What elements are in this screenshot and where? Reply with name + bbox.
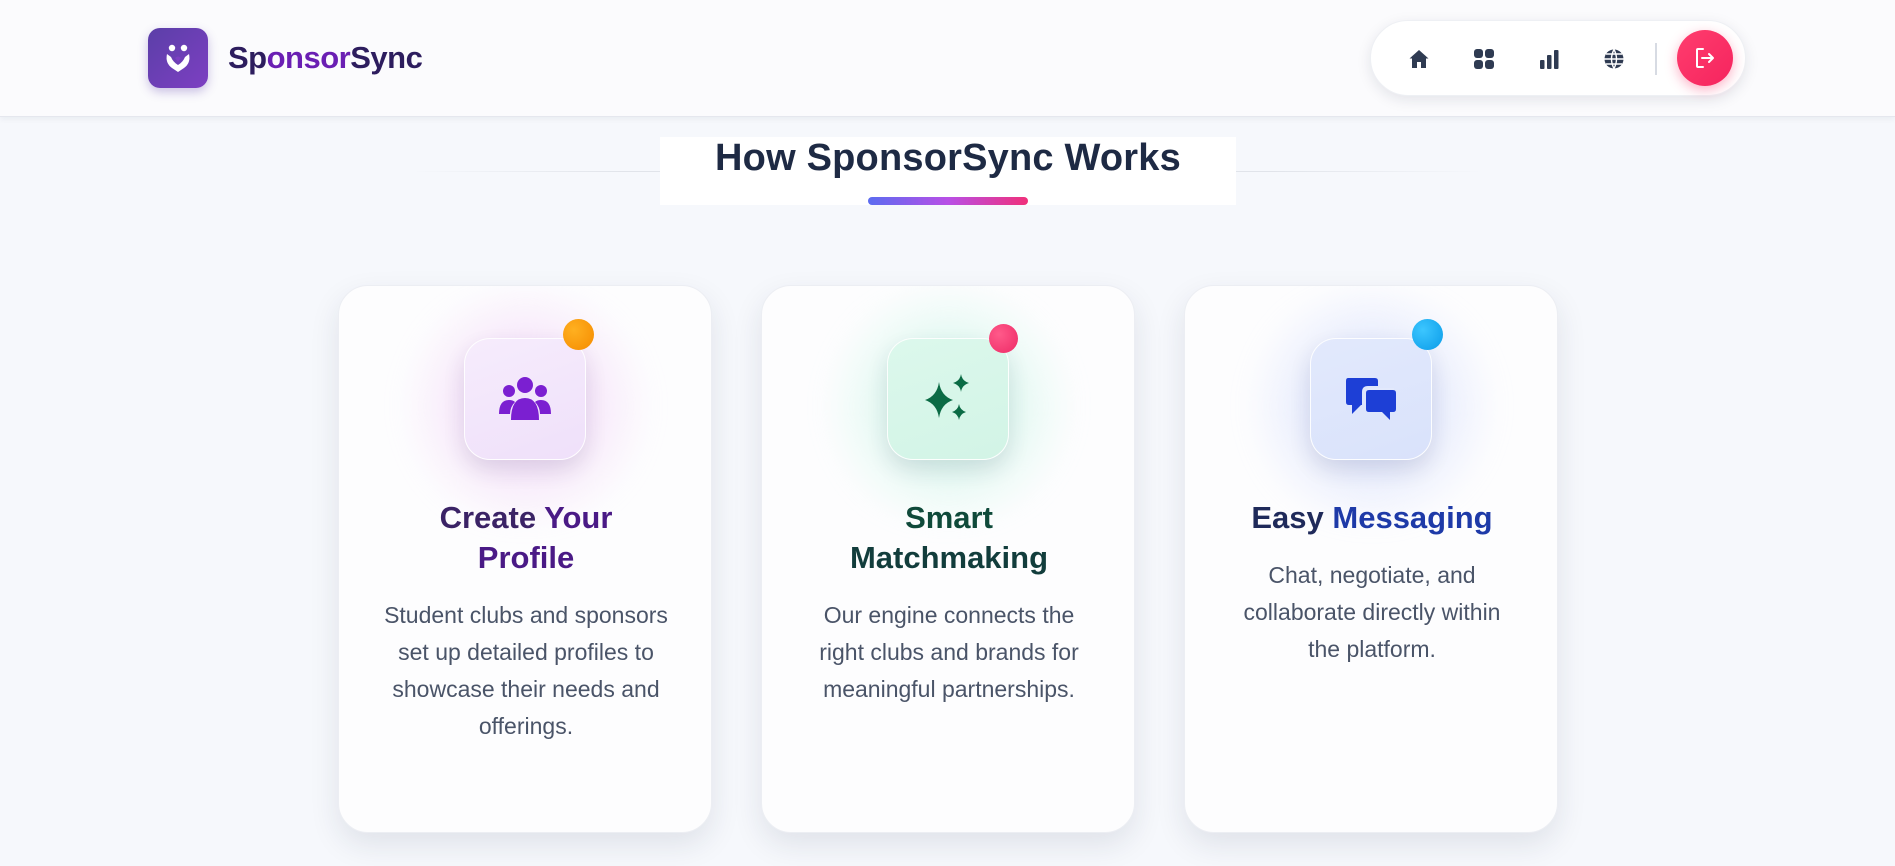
status-dot <box>1412 319 1443 350</box>
brand-logo[interactable] <box>148 28 208 88</box>
feature-card-smart-matchmaking[interactable]: Smart Matchmaking Our engine connects th… <box>761 285 1135 833</box>
feature-icon-tile <box>887 338 1009 460</box>
dashboard-grid-icon <box>1474 49 1494 69</box>
card-title-part: Your <box>544 500 613 535</box>
nav-dashboard-button[interactable] <box>1466 41 1502 77</box>
bar-chart-icon <box>1540 50 1559 69</box>
brand-name-part: onsor <box>266 40 351 75</box>
card-title: Easy Messaging <box>1215 498 1529 538</box>
card-description: Our engine connects the right clubs and … <box>819 602 1079 702</box>
nav-bar <box>1370 20 1746 96</box>
card-title-part: Easy <box>1251 500 1333 535</box>
status-dot <box>563 319 594 350</box>
nav-divider <box>1655 43 1657 75</box>
home-icon <box>1409 50 1429 68</box>
feature-icon-tile <box>1310 338 1432 460</box>
feature-card-create-profile[interactable]: Create Your Profile Student clubs and sp… <box>338 285 712 833</box>
logout-button[interactable] <box>1677 30 1733 86</box>
feature-icon-tile <box>464 338 586 460</box>
card-title-part: Messaging <box>1332 500 1493 535</box>
card-title: Create Your Profile <box>369 498 683 578</box>
users-group-icon <box>499 377 551 420</box>
feature-card-easy-messaging[interactable]: Easy Messaging Chat, negotiate, and coll… <box>1184 285 1558 833</box>
brand-name[interactable]: SponsorSync <box>228 40 423 76</box>
card-title-part: Matchmaking <box>849 540 1049 575</box>
card-title-part: Create <box>439 500 545 535</box>
card-description: Chat, negotiate, and collaborate directl… <box>1243 562 1501 662</box>
logout-icon <box>1696 48 1714 68</box>
nav-explore-button[interactable] <box>1596 41 1632 77</box>
brand-name-part: Sp <box>228 40 267 75</box>
brand-name-part: Sync <box>350 40 423 75</box>
top-header: SponsorSync <box>0 0 1895 117</box>
card-title: Smart Matchmaking <box>792 498 1106 578</box>
nav-analytics-button[interactable] <box>1531 41 1567 77</box>
section-title: How SponsorSync Works <box>715 137 1181 179</box>
status-dot <box>989 324 1018 353</box>
globe-icon <box>1604 49 1624 69</box>
card-title-part: Smart <box>905 500 993 535</box>
heading-underline <box>868 197 1028 205</box>
card-description: Student clubs and sponsors set up detail… <box>384 602 668 739</box>
card-title-part: Profile <box>477 540 575 575</box>
sparkles-icon <box>925 374 969 420</box>
chat-bubbles-icon <box>1346 378 1396 420</box>
nav-home-button[interactable] <box>1401 41 1437 77</box>
handshake-heart-icon <box>166 44 190 72</box>
